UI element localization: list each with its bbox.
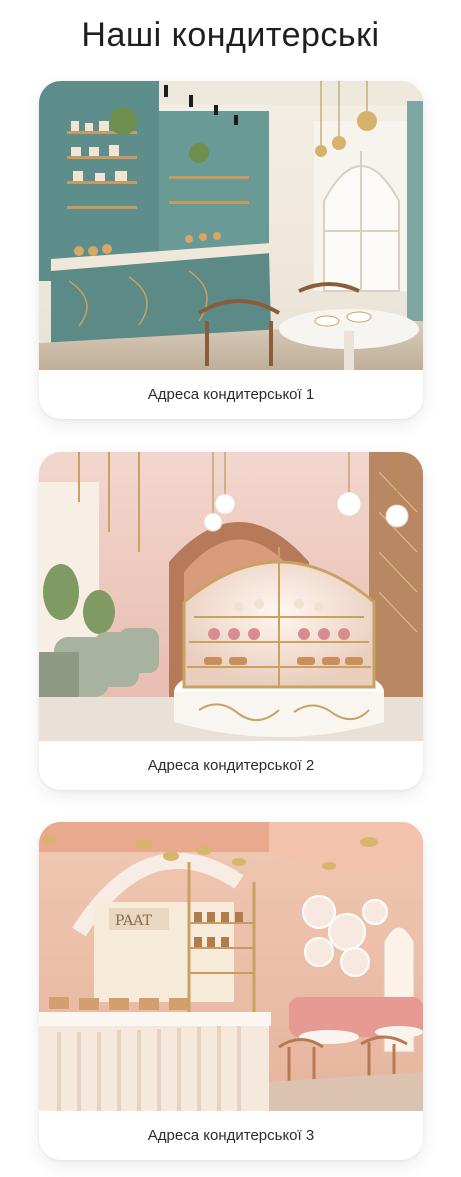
- bakery-photo-2-illustration: [39, 452, 423, 741]
- bakery-photo-3[interactable]: PAAT: [39, 822, 423, 1111]
- bakery-address-2: Адреса кондитерської 2: [147, 757, 315, 774]
- bakery-photo-1-illustration: [39, 81, 423, 370]
- bakery-photo-2[interactable]: [39, 452, 423, 741]
- shop-sign-text: PAAT: [115, 913, 153, 929]
- bakery-card-3[interactable]: PAAT Адреса кондитерської 3: [39, 822, 423, 1160]
- bakeries-section: Наші кондитерські Адреса кондитерської 1…: [0, 0, 461, 1177]
- bakery-card-1[interactable]: Адреса кондитерської 1: [39, 81, 423, 419]
- bakery-address-3: Адреса кондитерської 3: [147, 1127, 315, 1144]
- bakery-photo-3-illustration: PAAT: [39, 822, 423, 1111]
- bakery-photo-1[interactable]: [39, 81, 423, 370]
- bakery-address-1: Адреса кондитерської 1: [147, 386, 315, 403]
- bakery-card-2[interactable]: Адреса кондитерської 2: [39, 452, 423, 790]
- section-title: Наші кондитерські: [81, 16, 380, 54]
